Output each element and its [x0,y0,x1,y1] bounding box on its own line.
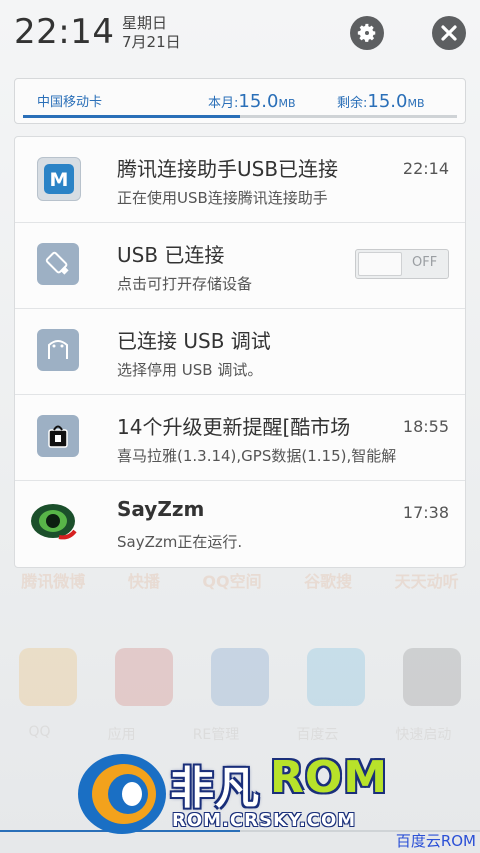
android-debug-icon [37,329,79,371]
date-block: 星期日 7月21日 [122,14,181,52]
notification-item[interactable]: 14个升级更新提醒[酷市场 18:55 喜马拉雅(1.3.14),GPS数据(1… [15,395,465,481]
tencent-assistant-icon: M [37,157,81,201]
notification-item[interactable]: M 腾讯连接助手USB已连接 22:14 正在使用USB连接腾讯连接助手 [15,137,465,223]
notification-item[interactable]: SayZzm 17:38 SayZzm正在运行. [15,481,465,567]
usb-storage-toggle[interactable]: OFF [355,249,449,279]
quick-launch-icon [403,648,461,706]
notification-subtitle: 喜马拉雅(1.3.14),GPS数据(1.15),智能解 [117,447,397,465]
notification-item[interactable]: USB 已连接 点击可打开存储设备 OFF [15,223,465,309]
remaining-usage: 剩余:15.0MB [337,91,425,112]
watermark-swirl-icon [78,754,166,834]
month-unit: MB [278,97,296,110]
notification-subtitle: SayZzm正在运行. [117,533,243,551]
bg-label: QQ空间 [202,572,262,591]
bg-app-label: QQ [28,724,51,740]
notification-time: 22:14 [402,159,449,178]
date: 7月21日 [122,33,181,51]
svg-text:M: M [50,169,69,191]
baidu-cloud-icon [307,648,365,706]
app-store-icon [115,648,173,706]
re-manager-icon [211,648,269,706]
shopping-bag-icon [37,415,79,457]
watermark-url: ROM.CRSKY.COM [172,810,357,831]
background-app-labels: QQ 应用 RE管理 百度云 快速启动 [0,724,480,744]
bg-app-label: 百度云 [296,727,339,743]
notification-subtitle: 选择停用 USB 调试。 [117,361,263,379]
month-usage: 本月:15.0MB [208,91,296,112]
notification-title: 腾讯连接助手USB已连接 [117,157,339,181]
qq-icon [19,648,77,706]
corner-watermark: 百度云ROM [395,832,476,850]
clock-time: 22:14 [14,12,115,52]
notification-title: SayZzm [117,497,205,521]
watermark-title-part2: ROM [270,752,389,803]
month-label: 本月: [208,96,239,111]
notification-time: 17:38 [402,503,449,522]
toggle-label: OFF [412,255,438,270]
watermark-title-part1: 非凡 [170,763,260,814]
notification-title: 14个升级更新提醒[酷市场 [117,415,351,439]
weekday: 星期日 [122,14,168,32]
bg-label: 谷歌搜 [304,572,353,591]
watermark-logo: 非凡 ROM ROM.CRSKY.COM [72,748,412,840]
bg-label: 腾讯微博 [21,572,86,591]
remain-label: 剩余: [337,96,368,111]
settings-button[interactable] [350,16,384,50]
notification-header: 22:14 星期日 7月21日 [0,0,480,68]
usb-icon [37,243,79,285]
bg-app-label: RE管理 [192,727,240,743]
notification-subtitle: 正在使用USB连接腾讯连接助手 [117,189,328,207]
notification-time: 18:55 [402,417,449,436]
bg-app-label: 快速启动 [395,727,452,743]
usage-progress-track [23,115,457,118]
gear-icon [357,23,376,42]
carrier-name: 中国移动卡 [37,95,103,110]
bg-label: 快播 [127,572,160,591]
notification-title: 已连接 USB 调试 [117,329,271,353]
remain-unit: MB [407,97,425,110]
background-app-icons [0,648,480,718]
bg-app-label: 应用 [107,727,136,743]
bg-label: 天天动听 [394,572,459,591]
notification-item[interactable]: 已连接 USB 调试 选择停用 USB 调试。 [15,309,465,395]
notification-list: M 腾讯连接助手USB已连接 22:14 正在使用USB连接腾讯连接助手 USB… [14,136,466,568]
usage-progress-fill [23,115,240,118]
clear-all-button[interactable] [432,16,466,50]
background-shortcut-labels: 腾讯微博 快播 QQ空间 谷歌搜 天天动听 [0,568,480,598]
month-value: 15.0 [238,91,279,112]
sayzzm-eye-icon [29,499,79,549]
remain-value: 15.0 [367,91,408,112]
close-icon [441,25,457,41]
data-usage-card[interactable]: 中国移动卡 本月:15.0MB 剩余:15.0MB [14,78,466,124]
toggle-knob [358,252,402,276]
